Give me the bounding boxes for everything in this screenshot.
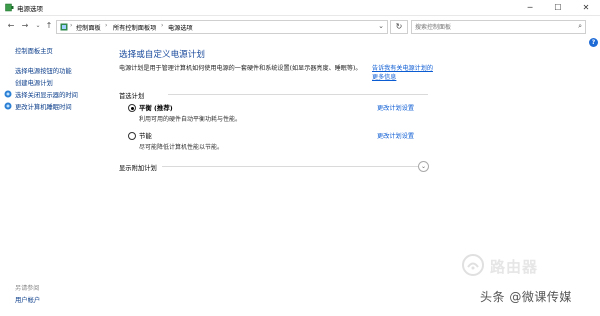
breadcrumb-control-panel[interactable]: 控制面板 [76,23,101,32]
sidebar-item-display-off-time[interactable]: 选择关闭显示器的时间 [15,90,78,99]
control-panel-icon [60,23,68,31]
balanced-plan-radio[interactable] [128,104,136,112]
sidebar-item-user-accounts[interactable]: 用户帐户 [15,295,40,304]
power-saver-plan-desc: 尽可能降低计算机性能以节能。 [139,144,224,151]
back-arrow-icon[interactable]: ← [6,21,16,31]
title-bar: 电源选项 ─ ☐ ✕ [0,0,600,16]
see-also-label: 另请参阅 [15,285,40,292]
page-description-text: 电源计划是用于管理计算机如何使用电源的一套硬件和系统设置(如显示器亮度、睡眠等)… [119,65,362,72]
show-additional-plans-label[interactable]: 显示附加计划 [119,163,157,172]
preferred-plans-label: 首选计划 [119,93,145,100]
up-arrow-icon[interactable]: ↑ [44,21,54,31]
breadcrumb-separator-icon: › [105,22,108,29]
balanced-change-settings-link[interactable]: 更改计划设置 [377,103,414,112]
power-plan-info-link[interactable]: 告诉我有关电源计划的更多信息 [372,64,434,82]
address-bar: ← → ⌄ ↑ › 控制面板 › 所有控制面板项 › 电源选项 ⌄ ↻ ⌕ [0,16,600,36]
balanced-plan-desc: 利用可用的硬件自动平衡功耗与性能。 [139,116,242,123]
power-saver-plan-name: 节能 [139,132,152,140]
window-title: 电源选项 [17,5,43,13]
forward-arrow-icon[interactable]: → [20,21,30,31]
power-options-icon [5,3,14,12]
breadcrumb-separator-icon: › [70,22,73,29]
close-button[interactable]: ✕ [572,0,600,15]
page-title: 选择或自定义电源计划 [119,50,205,60]
breadcrumb-all-items[interactable]: 所有控制面板项 [113,23,156,32]
sleep-time-icon [4,102,12,110]
address-field[interactable]: › 控制面板 › 所有控制面板项 › 电源选项 ⌄ [56,20,388,34]
section-divider [162,166,419,167]
minimize-button[interactable]: ─ [516,0,544,15]
sidebar-item-power-button-function[interactable]: 选择电源按钮的功能 [15,66,72,75]
refresh-icon[interactable]: ↻ [390,20,408,34]
watermark: 路由器 头条 @微课传媒 [430,254,596,312]
sidebar: 控制面板主页 选择电源按钮的功能 创建电源计划 选择关闭显示器的时间 更改计算机… [0,36,102,316]
breadcrumb-separator-icon: › [161,22,164,29]
sidebar-item-sleep-time[interactable]: 更改计算机睡眠时间 [15,102,72,111]
power-saver-plan-radio[interactable] [128,132,136,140]
search-icon[interactable]: ⌕ [578,22,582,31]
address-dropdown-chevron-icon[interactable]: ⌄ [378,22,384,30]
power-saver-change-settings-link[interactable]: 更改计划设置 [377,131,414,140]
watermark-text-router: 路由器 [490,258,539,276]
search-input[interactable] [415,22,565,32]
search-box[interactable]: ⌕ [411,20,586,34]
expand-chevron-icon[interactable]: ⌄ [418,161,429,172]
maximize-button[interactable]: ☐ [544,0,572,15]
balanced-plan-name: 平衡 (推荐) [139,104,173,112]
sidebar-item-control-panel-home[interactable]: 控制面板主页 [15,46,53,55]
section-divider [168,94,428,95]
sidebar-item-create-power-plan[interactable]: 创建电源计划 [15,78,53,87]
router-logo-icon [462,254,484,276]
breadcrumb-power-options[interactable]: 电源选项 [168,23,193,32]
display-off-icon [4,90,12,98]
watermark-text-author: 头条 @微课传媒 [480,290,572,304]
recent-locations-chevron-icon[interactable]: ⌄ [33,21,43,31]
